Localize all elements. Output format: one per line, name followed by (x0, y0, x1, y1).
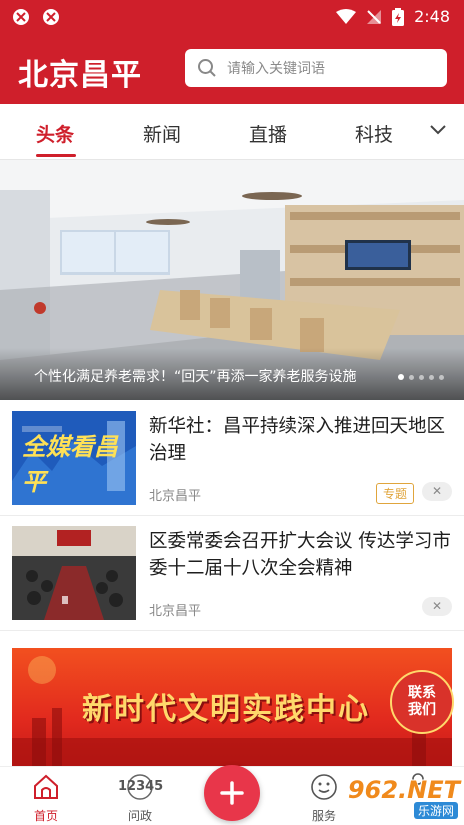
app-title: 北京昌平 (18, 58, 142, 93)
home-icon (34, 774, 58, 799)
contact-us-button[interactable]: 联系我们 (390, 670, 454, 734)
tab-live[interactable]: 直播 (249, 120, 287, 147)
chevron-down-icon[interactable] (430, 124, 446, 136)
no-signal-icon (367, 9, 382, 24)
battery-charging-icon (392, 7, 405, 26)
news-source: 北京昌平 (149, 604, 202, 619)
dismiss-button[interactable]: ✕ (422, 482, 452, 501)
site-watermark: 962.NET 乐游网 (347, 776, 460, 819)
wifi-icon (336, 8, 357, 24)
news-item[interactable]: 全媒看昌平 新华社：昌平持续深入推进回天地区治理 北京昌平 专题 ✕ (0, 401, 464, 516)
news-thumbnail: 全媒看昌平 (12, 411, 136, 505)
news-title: 区委常委会召开扩大会议 传达学习市委十二届十八次全会精神 (149, 531, 451, 579)
plus-icon (220, 781, 244, 805)
app-notification-icon (13, 9, 29, 25)
thumb-label: 全媒看昌平 (22, 433, 118, 496)
search-placeholder: 请输入关键词语 (227, 61, 325, 77)
contact-label: 联系我们 (408, 685, 436, 718)
tab-news[interactable]: 新闻 (143, 120, 181, 147)
app-header: 2:48 北京昌平 请输入关键词语 (0, 0, 464, 104)
carousel-dot (429, 374, 434, 380)
carousel-dot (419, 374, 424, 380)
search-input[interactable]: 请输入关键词语 (185, 49, 447, 87)
news-title: 新华社：昌平持续深入推进回天地区治理 (149, 416, 446, 464)
nav-home[interactable]: 首页 (16, 773, 76, 823)
topic-tag: 专题 (376, 483, 415, 504)
carousel-dot-active (398, 374, 404, 380)
nav-home-label: 首页 (33, 809, 58, 823)
tab-headline[interactable]: 头条 (36, 120, 74, 147)
carousel-dots (398, 374, 444, 380)
news-thumbnail (12, 526, 136, 620)
carousel-dot (409, 374, 414, 380)
tab-tech[interactable]: 科技 (355, 120, 393, 147)
add-button[interactable] (204, 765, 260, 821)
hero-caption: 个性化满足养老需求！“回天”再添一家养老服务设施 (34, 369, 357, 385)
promo-banner[interactable]: 新时代文明实践中心 (12, 648, 452, 766)
app-notification-icon (43, 9, 59, 25)
nav-inquiry[interactable]: 12345 问政 (110, 773, 170, 823)
news-item[interactable]: 区委常委会召开扩大会议 传达学习市委十二届十八次全会精神 北京昌平 ✕ (0, 516, 464, 631)
inquiry-icon-text: 12345 (118, 779, 164, 794)
status-time: 2:48 (414, 7, 450, 26)
news-source: 北京昌平 (149, 489, 202, 504)
dismiss-button[interactable]: ✕ (422, 597, 452, 616)
smiley-icon (311, 774, 337, 800)
hero-carousel[interactable]: 个性化满足养老需求！“回天”再添一家养老服务设施 (0, 160, 464, 400)
active-tab-indicator (36, 154, 76, 157)
nav-service-label: 服务 (311, 809, 336, 823)
category-tabs: 头条 新闻 直播 科技 (0, 104, 464, 160)
watermark-subtext: 乐游网 (413, 802, 458, 819)
nav-inquiry-label: 问政 (127, 809, 152, 823)
nav-service[interactable]: 服务 (294, 773, 354, 823)
watermark-text: 962.NET (347, 776, 460, 804)
carousel-dot (439, 374, 444, 380)
status-bar: 2:48 (0, 0, 464, 34)
banner-title: 新时代文明实践中心 (82, 692, 370, 727)
search-icon (198, 59, 216, 77)
